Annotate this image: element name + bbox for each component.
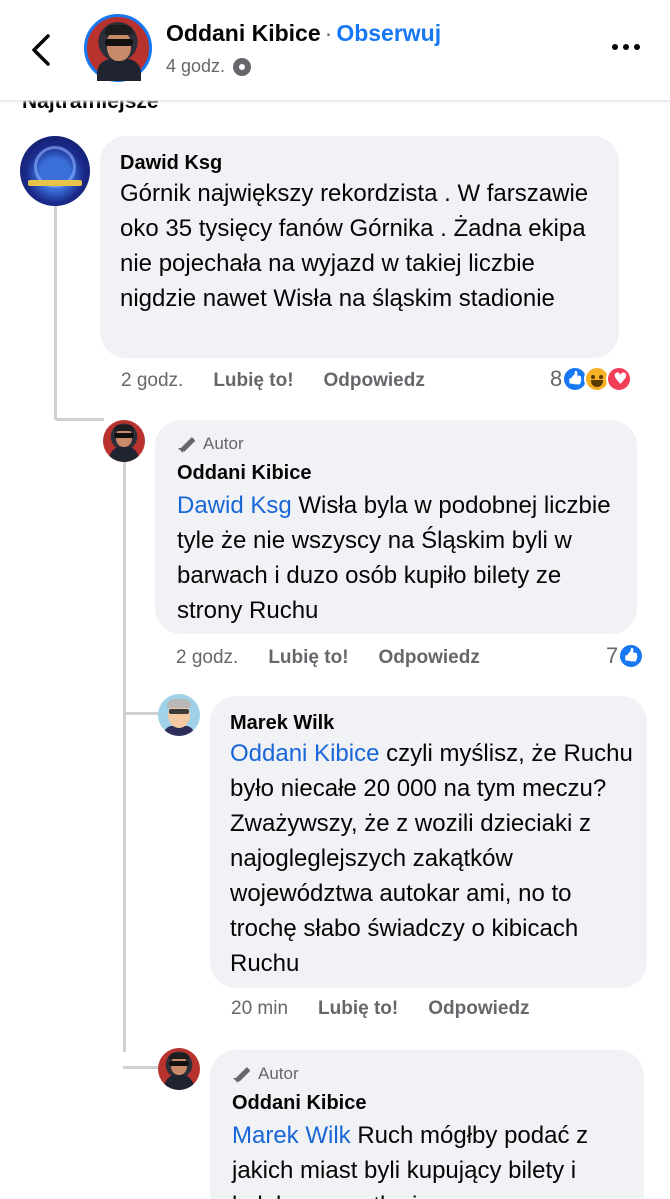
- comment-actions: 20 min Lubię to! Odpowiedz: [231, 998, 560, 1020]
- comment-text: Dawid Ksg Wisła byla w podobnej liczbie …: [177, 488, 629, 628]
- author-badge: Autor: [177, 434, 244, 454]
- comment-time[interactable]: 2 godz.: [176, 647, 238, 669]
- author-badge: Autor: [232, 1064, 299, 1084]
- back-arrow-icon[interactable]: [26, 30, 56, 70]
- avatar[interactable]: [158, 1048, 200, 1090]
- mention-link[interactable]: Dawid Ksg: [177, 492, 292, 519]
- reply-button[interactable]: Odpowiedz: [428, 998, 529, 1020]
- comment-text: Marek Wilk Ruch mógłby podać z jakich mi…: [232, 1118, 642, 1199]
- reaction-summary[interactable]: 8: [550, 366, 633, 392]
- pencil-icon: [177, 435, 197, 453]
- post-header: Oddani Kibice · Obserwuj 4 godz.: [0, 0, 670, 100]
- follow-button[interactable]: Obserwuj: [336, 20, 441, 46]
- author-badge-label: Autor: [258, 1064, 299, 1083]
- thread-line: [123, 1066, 159, 1069]
- gear-icon: [233, 57, 252, 76]
- comment-author[interactable]: Dawid Ksg: [120, 152, 222, 175]
- post-timestamp-row: 4 godz.: [166, 56, 252, 77]
- thread-line: [54, 206, 57, 420]
- like-button[interactable]: Lubię to!: [318, 998, 398, 1020]
- page-avatar[interactable]: [84, 14, 152, 82]
- header-divider: [0, 100, 670, 104]
- reaction-count: 8: [550, 366, 563, 391]
- love-reaction-icon: [606, 366, 633, 392]
- reaction-summary[interactable]: 7: [606, 643, 645, 669]
- author-badge-label: Autor: [203, 434, 244, 453]
- thread-line: [54, 418, 104, 421]
- post-time[interactable]: 4 godz.: [166, 56, 225, 77]
- page-name[interactable]: Oddani Kibice: [166, 20, 321, 46]
- comment-text: Oddani Kibice czyli myślisz, że Ruchu by…: [230, 736, 640, 981]
- comment-bubble: Marek Wilk Oddani Kibice czyli myślisz, …: [210, 696, 647, 988]
- comment-actions: 2 godz. Lubię to! Odpowiedz: [176, 647, 510, 669]
- like-button[interactable]: Lubię to!: [268, 647, 348, 669]
- avatar[interactable]: [20, 136, 90, 206]
- pencil-icon: [232, 1065, 252, 1083]
- avatar[interactable]: [103, 420, 145, 462]
- comment-text: Górnik największy rekordzista . W farsza…: [120, 180, 589, 312]
- comment-bubble: Dawid Ksg Górnik największy rekordzista …: [100, 136, 619, 358]
- comment-bubble: Autor Oddani Kibice Marek Wilk Ruch mógł…: [210, 1050, 644, 1199]
- comment-time[interactable]: 2 godz.: [121, 370, 183, 392]
- avatar[interactable]: [158, 694, 200, 736]
- comment-actions: 2 godz. Lubię to! Odpowiedz: [121, 370, 455, 392]
- comment-author[interactable]: Oddani Kibice: [177, 462, 311, 485]
- like-reaction-icon: [618, 643, 645, 669]
- thread-line: [123, 462, 126, 1052]
- comment-bubble: Autor Oddani Kibice Dawid Ksg Wisła byla…: [155, 420, 637, 634]
- separator: ·: [324, 20, 333, 46]
- thread-line: [123, 712, 159, 715]
- more-icon[interactable]: [612, 44, 640, 50]
- mention-link[interactable]: Marek Wilk: [232, 1122, 351, 1149]
- comment-body: czyli myślisz, że Ruchu było niecałe 20 …: [230, 740, 633, 977]
- mention-link[interactable]: Oddani Kibice: [230, 740, 379, 767]
- comment-time[interactable]: 20 min: [231, 998, 288, 1020]
- like-button[interactable]: Lubię to!: [213, 370, 293, 392]
- comment-author[interactable]: Marek Wilk: [230, 712, 334, 735]
- reply-button[interactable]: Odpowiedz: [379, 647, 480, 669]
- reaction-count: 7: [606, 643, 619, 668]
- reply-button[interactable]: Odpowiedz: [324, 370, 425, 392]
- comment-author[interactable]: Oddani Kibice: [232, 1092, 366, 1115]
- page-title-row: Oddani Kibice · Obserwuj: [166, 20, 441, 47]
